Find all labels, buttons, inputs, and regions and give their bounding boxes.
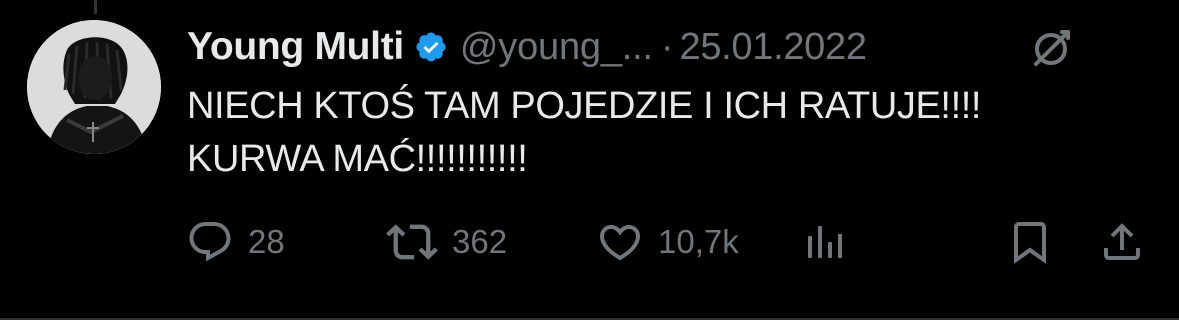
retweet-button[interactable]: 362	[386, 214, 507, 270]
grok-icon[interactable]	[1026, 24, 1076, 74]
like-count: 10,7k	[658, 223, 739, 260]
views-button[interactable]	[802, 214, 850, 270]
heart-icon	[596, 218, 644, 266]
user-handle[interactable]: @young_...	[460, 26, 653, 69]
views-icon	[802, 218, 850, 266]
tweet-text-line: NIECH KTOŚ TAM POJEDZIE I ICH RATUJE!!!!	[187, 85, 982, 127]
verified-badge-icon[interactable]	[414, 30, 448, 64]
share-button[interactable]	[1098, 214, 1146, 270]
display-name[interactable]: Young Multi	[187, 25, 404, 69]
like-button[interactable]: 10,7k	[596, 214, 739, 270]
tweet-header: Young Multi @young_... · 25.01.2022	[187, 22, 867, 72]
tweet[interactable]: Young Multi @young_... · 25.01.2022 NIEC…	[0, 0, 1179, 320]
tweet-text-line: KURWA MAĆ!!!!!!!!!!!	[187, 138, 528, 180]
bookmark-icon	[1006, 218, 1054, 266]
share-icon	[1098, 218, 1146, 266]
tweet-date[interactable]: 25.01.2022	[680, 26, 867, 69]
tweet-text: NIECH KTOŚ TAM POJEDZIE I ICH RATUJE!!!!…	[187, 80, 1147, 186]
reply-count: 28	[248, 223, 285, 260]
reply-button[interactable]: 28	[186, 214, 285, 270]
avatar[interactable]	[27, 20, 161, 154]
header-separator: ·	[660, 25, 674, 68]
retweet-icon	[386, 216, 438, 268]
reply-icon	[186, 218, 234, 266]
tweet-actions-bar: 28 362 10,7k	[0, 214, 1179, 270]
retweet-count: 362	[452, 223, 508, 260]
bookmark-button[interactable]	[1006, 214, 1054, 270]
